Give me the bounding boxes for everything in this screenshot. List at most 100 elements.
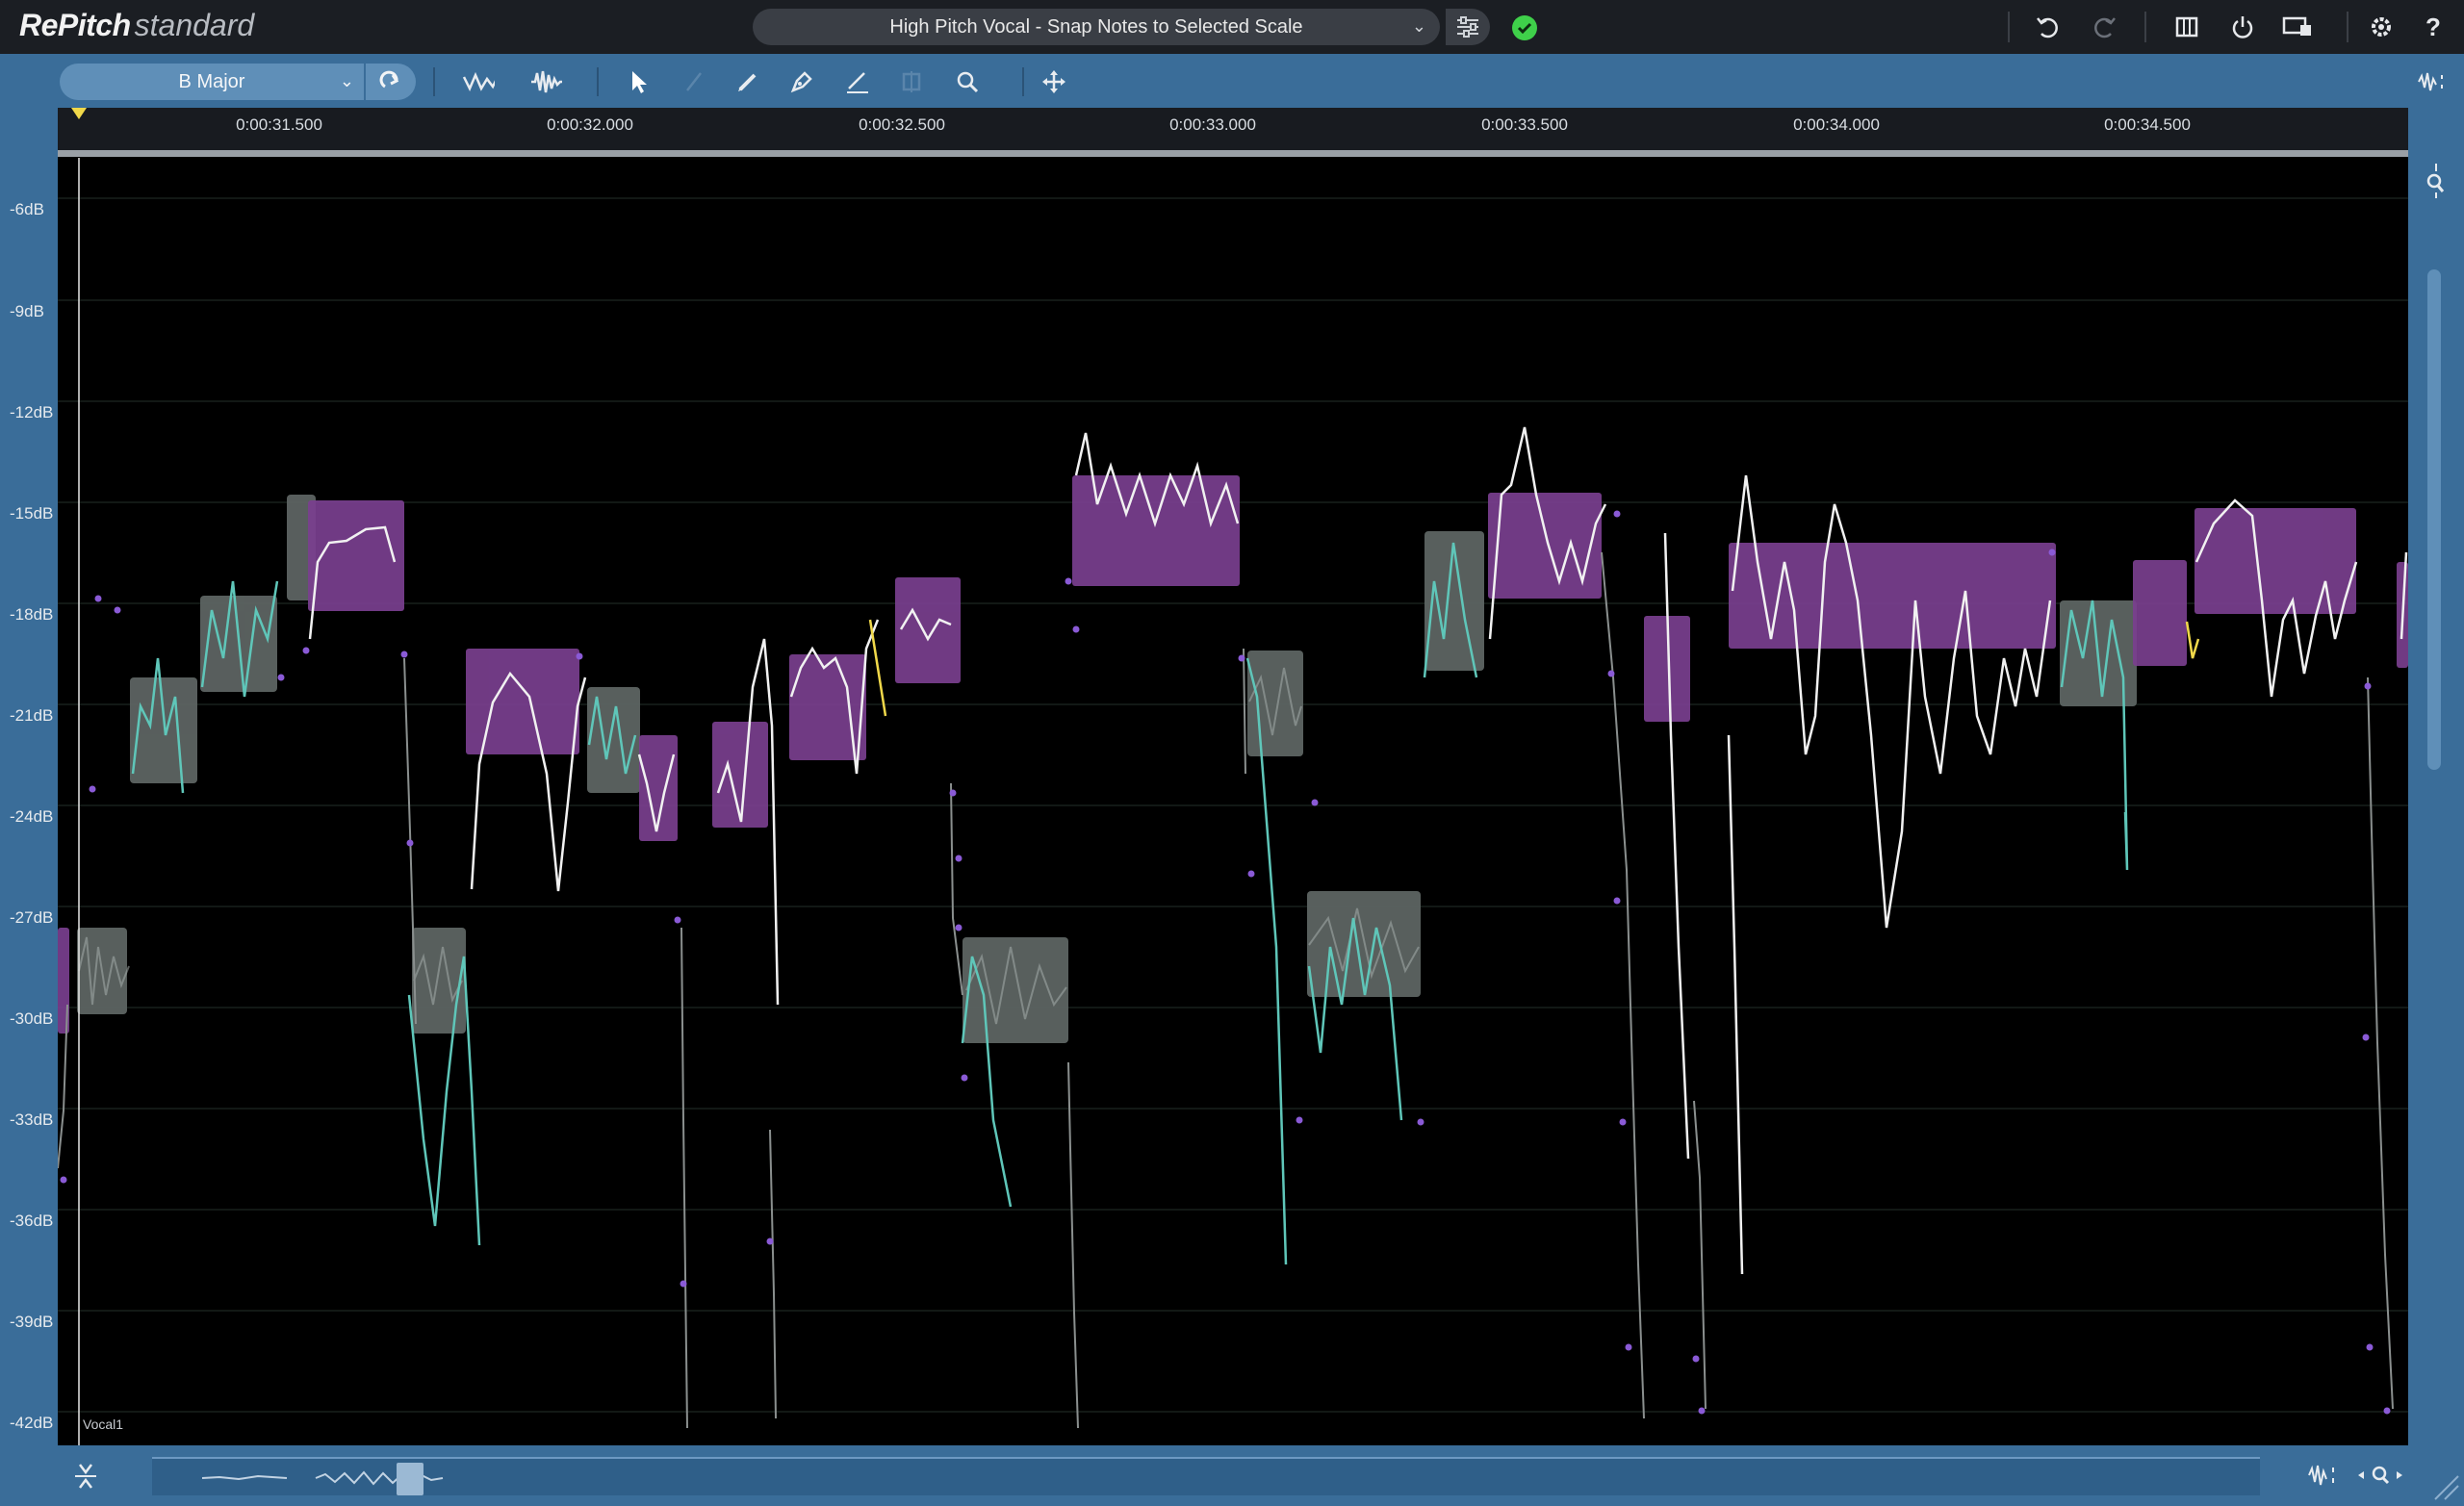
- preset-name: High Pitch Vocal - Snap Notes to Selecte…: [889, 15, 1303, 38]
- transition-curve: [950, 782, 963, 996]
- note-detect-icon[interactable]: [2306, 1459, 2345, 1496]
- waveform-view-icon[interactable]: [529, 65, 562, 98]
- power-icon[interactable]: [2227, 12, 2258, 42]
- level-axis-label: -27dB: [10, 908, 54, 927]
- toolbar-divider: [2347, 12, 2348, 42]
- chevron-down-icon: ⌄: [339, 71, 354, 90]
- transition-curve: [2367, 676, 2394, 1410]
- vertical-scrollbar[interactable]: [2427, 269, 2441, 770]
- anchor-dot: [576, 652, 583, 660]
- scale-selector[interactable]: B Major ⌄: [60, 64, 364, 100]
- zoom-horizontal-icon[interactable]: [2356, 1459, 2404, 1496]
- pitch-editor[interactable]: 0:00:31.500 0:00:32.000 0:00:32.500 0:00…: [58, 108, 2408, 1445]
- check-icon: [1512, 15, 1537, 40]
- level-axis-label: -39dB: [10, 1313, 54, 1331]
- selection-strip[interactable]: [58, 150, 2408, 157]
- anchor-dot: [94, 595, 102, 602]
- chevron-down-icon: ⌄: [1411, 16, 1426, 36]
- anchor-dot: [1625, 1343, 1632, 1351]
- anchor-dot: [1296, 1116, 1303, 1124]
- track-name: Vocal1: [83, 1417, 124, 1432]
- note-block: [1072, 475, 1240, 586]
- preset-settings-button[interactable]: [1446, 9, 1490, 45]
- note-block: [466, 649, 579, 754]
- overview-scrollbar[interactable]: [152, 1457, 2260, 1495]
- title-bar: RePitch standard High Pitch Vocal - Snap…: [0, 0, 2464, 54]
- anchor-dot: [680, 1280, 687, 1288]
- brush-tool-icon[interactable]: [895, 65, 928, 98]
- time-label: 0:00:33.500: [1481, 115, 1568, 134]
- refresh-icon: [379, 70, 399, 89]
- preset-selector[interactable]: High Pitch Vocal - Snap Notes to Selecte…: [753, 9, 1440, 45]
- line-tool-icon[interactable]: [841, 65, 874, 98]
- anchor-dot: [1613, 510, 1621, 518]
- overview-bar: [0, 1445, 2464, 1506]
- time-ruler[interactable]: 0:00:31.500 0:00:32.000 0:00:32.500 0:00…: [58, 108, 2408, 157]
- help-icon[interactable]: ?: [2418, 12, 2449, 42]
- anchor-dot: [955, 924, 962, 932]
- pitch-view-icon[interactable]: [462, 65, 495, 98]
- highlight-curve: [868, 619, 887, 717]
- sliders-icon: [1457, 16, 1478, 38]
- draw-tool-icon[interactable]: [732, 65, 764, 98]
- level-axis-label: -24dB: [10, 807, 54, 826]
- transition-curve: [1243, 648, 1246, 775]
- layout-icon[interactable]: [2171, 12, 2202, 42]
- app-name: RePitch: [19, 8, 131, 42]
- time-label: 0:00:31.500: [236, 115, 322, 134]
- level-axis: -6dB -9dB -12dB -15dB -18dB -21dB -24dB …: [0, 108, 58, 1445]
- anchor-dot: [961, 1074, 968, 1082]
- anchor-dot: [114, 606, 121, 614]
- anchor-dot: [302, 647, 310, 654]
- note-canvas[interactable]: [58, 158, 2408, 1445]
- toolbar-divider: [433, 67, 435, 96]
- level-axis-label: -15dB: [10, 504, 54, 523]
- anchor-dot: [1619, 1118, 1627, 1126]
- zoom-tool-icon[interactable]: [951, 65, 984, 98]
- transition-curve: [1601, 551, 1645, 1419]
- highlight-curve: [2185, 621, 2200, 659]
- anchor-dot: [949, 789, 957, 797]
- anchor-dot: [1417, 1118, 1424, 1126]
- level-axis-label: -6dB: [10, 200, 44, 218]
- anchor-dot: [2366, 1343, 2374, 1351]
- app-window: RePitch standard High Pitch Vocal - Snap…: [0, 0, 2464, 1506]
- playhead-marker[interactable]: [71, 108, 87, 119]
- note-block: [2133, 560, 2187, 666]
- time-label: 0:00:32.000: [547, 115, 633, 134]
- level-axis-label: -21dB: [10, 706, 54, 725]
- anchor-dot: [1238, 654, 1245, 662]
- split-tool-icon[interactable]: [678, 65, 710, 98]
- note-detect-icon[interactable]: [2416, 65, 2449, 98]
- anchor-dot: [766, 1238, 774, 1245]
- scale-apply-button[interactable]: [366, 64, 416, 100]
- time-label: 0:00:34.000: [1793, 115, 1880, 134]
- note-block: [712, 722, 768, 828]
- note-block: [895, 577, 961, 683]
- note-blob: [962, 937, 1068, 1043]
- overview-thumb[interactable]: [397, 1463, 424, 1495]
- pen-tool-icon[interactable]: [785, 65, 818, 98]
- level-axis-label: -12dB: [10, 403, 54, 421]
- app-edition: standard: [134, 8, 255, 42]
- move-icon[interactable]: [1038, 65, 1070, 98]
- zoom-vertical-icon[interactable]: [2420, 162, 2452, 205]
- note-blob: [1247, 651, 1303, 756]
- gear-icon[interactable]: [2366, 12, 2397, 42]
- fit-icon[interactable]: [71, 1459, 100, 1498]
- undo-icon[interactable]: [2033, 12, 2064, 42]
- time-label: 0:00:34.500: [2104, 115, 2191, 134]
- level-axis-label: -9dB: [10, 302, 44, 320]
- toolbar-divider: [597, 67, 599, 96]
- level-grid: [58, 197, 2408, 1413]
- anchor-dot: [1698, 1407, 1706, 1415]
- anchor-dot: [1613, 897, 1621, 905]
- note-block: [1488, 493, 1602, 599]
- pitch-curve: [1727, 734, 1744, 1275]
- select-tool-icon[interactable]: [622, 65, 654, 98]
- anchor-dot: [1065, 577, 1072, 585]
- redo-icon[interactable]: [2089, 12, 2119, 42]
- monitor-icon[interactable]: [2281, 12, 2312, 42]
- transition-curve: [1067, 1061, 1079, 1429]
- resize-handle-icon[interactable]: [2431, 1468, 2460, 1506]
